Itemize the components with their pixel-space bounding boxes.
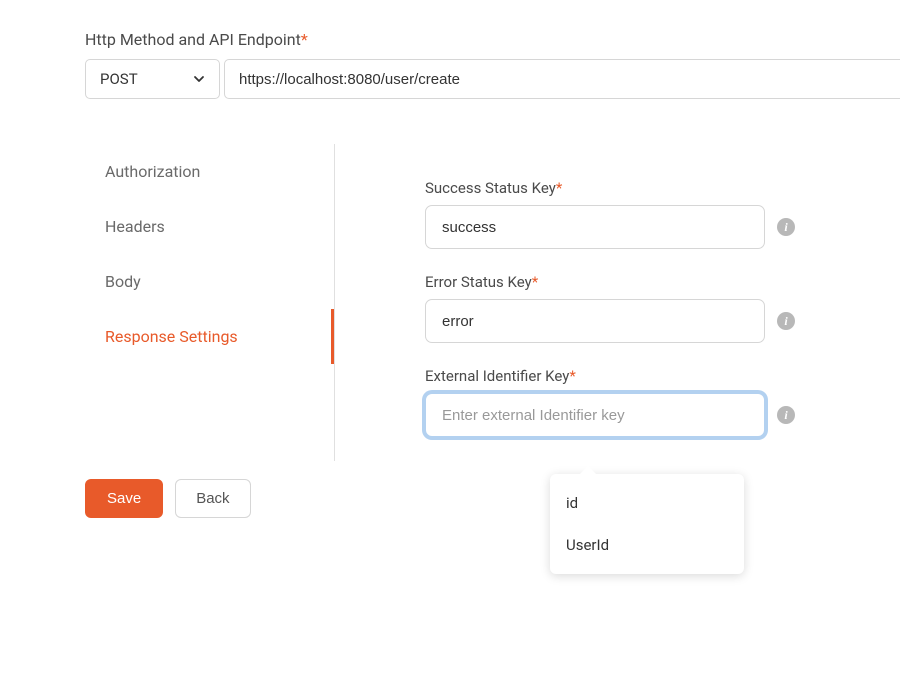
info-icon[interactable]: i (777, 218, 795, 236)
external-key-dropdown: id UserId (550, 474, 744, 574)
api-endpoint-input[interactable] (224, 59, 900, 99)
external-key-group: External Identifier Key* i (425, 367, 900, 437)
main-area: Authorization Headers Body Response Sett… (85, 144, 900, 461)
info-icon[interactable]: i (777, 406, 795, 424)
success-key-group: Success Status Key* i (425, 179, 900, 249)
save-button[interactable]: Save (85, 479, 163, 518)
external-key-row: i (425, 393, 900, 437)
footer-buttons: Save Back (85, 479, 900, 518)
error-key-group: Error Status Key* i (425, 273, 900, 343)
tab-body[interactable]: Body (85, 254, 334, 309)
tabs-sidebar: Authorization Headers Body Response Sett… (85, 144, 335, 461)
error-key-label: Error Status Key* (425, 273, 900, 291)
tab-authorization[interactable]: Authorization (85, 144, 334, 199)
http-method-value: POST (100, 70, 138, 88)
content-panel: Success Status Key* i Error Status Key* … (335, 144, 900, 461)
external-key-label: External Identifier Key* (425, 367, 900, 385)
success-key-input[interactable] (425, 205, 765, 249)
success-key-row: i (425, 205, 900, 249)
success-key-label: Success Status Key* (425, 179, 900, 197)
dropdown-item-userid[interactable]: UserId (550, 524, 744, 566)
error-key-row: i (425, 299, 900, 343)
error-key-input[interactable] (425, 299, 765, 343)
required-star: * (301, 30, 308, 49)
method-row: POST (85, 59, 900, 99)
http-method-select[interactable]: POST (85, 59, 220, 99)
method-endpoint-label: Http Method and API Endpoint* (85, 30, 900, 49)
tab-headers[interactable]: Headers (85, 199, 334, 254)
chevron-down-icon (193, 73, 205, 85)
info-icon[interactable]: i (777, 312, 795, 330)
tab-response-settings[interactable]: Response Settings (85, 309, 334, 364)
back-button[interactable]: Back (175, 479, 250, 518)
dropdown-item-id[interactable]: id (550, 482, 744, 524)
external-key-input[interactable] (425, 393, 765, 437)
